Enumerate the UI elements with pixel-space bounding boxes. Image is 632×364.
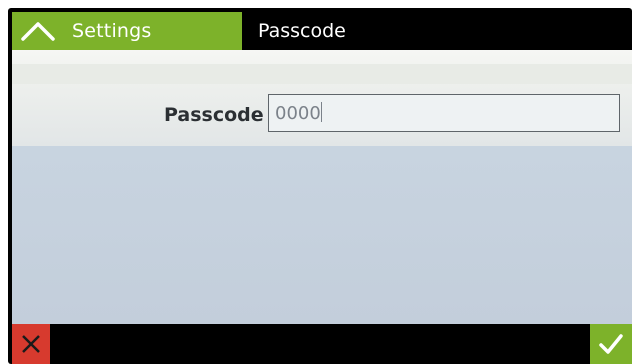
device-screen: Settings Passcode Passcode 0000 [0,0,632,364]
page-title: Passcode [258,20,346,42]
back-button-label: Settings [72,20,152,42]
chevron-up-icon [21,22,55,41]
passcode-label: Passcode [164,104,264,126]
cancel-button[interactable] [12,324,50,364]
content-area [12,146,632,324]
text-caret [320,102,322,122]
panel-stripe [12,64,632,84]
form-panel: Passcode 0000 [12,50,632,146]
back-to-settings-button[interactable]: Settings [12,12,242,50]
passcode-input[interactable]: 0000 [268,94,620,132]
footer-bar [12,324,632,364]
confirm-button[interactable] [590,324,632,364]
checkmark-icon [599,334,623,354]
close-icon [22,335,40,353]
header-bar: Settings Passcode [12,12,632,50]
passcode-value: 0000 [275,103,321,124]
